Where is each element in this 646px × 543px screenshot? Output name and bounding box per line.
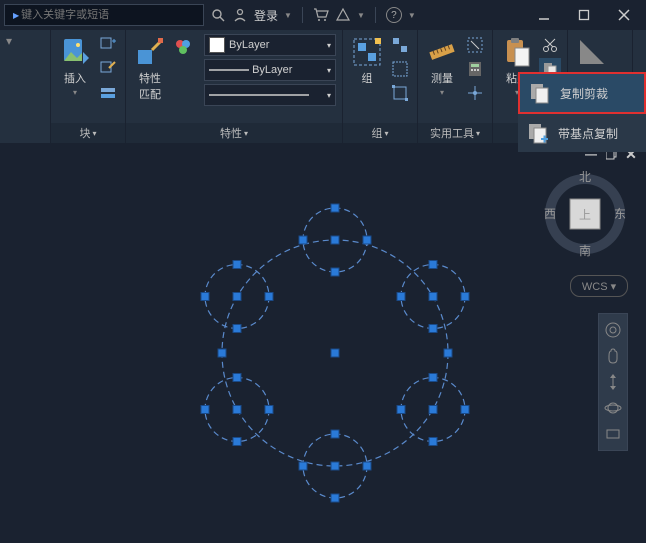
panel-group-label: 组	[371, 125, 382, 141]
nav-wheel-icon[interactable]	[603, 320, 623, 340]
svg-text:西: 西	[544, 207, 556, 221]
edit-block-button[interactable]	[97, 58, 119, 80]
drawing-canvas[interactable]: — ✕	[0, 143, 646, 523]
copy-dropdown: 复制剪裁 带基点复制	[518, 72, 646, 152]
nav-pan-icon[interactable]	[603, 346, 623, 366]
copy-clip-item[interactable]: 复制剪裁	[518, 72, 646, 114]
view-cube[interactable]: 上 北 东 南 西	[542, 171, 628, 260]
group-edit-button[interactable]	[389, 58, 411, 80]
panel-utilities: 测量 ▾ 实用工具 ▾	[418, 30, 493, 143]
color-button[interactable]	[172, 36, 194, 58]
search-icon[interactable]	[210, 7, 226, 23]
combo2-value: ByLayer	[252, 64, 292, 76]
copy-base-label: 带基点复制	[558, 125, 618, 142]
attribute-button[interactable]	[97, 82, 119, 104]
point-style-button[interactable]	[464, 82, 486, 104]
copy-base-item[interactable]: 带基点复制	[518, 114, 642, 152]
help-icon[interactable]: ?	[386, 7, 402, 23]
svg-text:北: 北	[579, 171, 591, 184]
maximize-button[interactable]	[566, 0, 602, 30]
wcs-dropdown[interactable]: WCS ▾	[570, 275, 628, 297]
svg-text:上: 上	[579, 208, 591, 222]
copy-base-icon	[524, 119, 552, 147]
layer-color-combo[interactable]: ByLayer▾	[204, 34, 336, 56]
lineweight-combo[interactable]: ByLayer▾	[204, 59, 336, 81]
ungroup-button[interactable]	[389, 34, 411, 56]
nav-bar	[598, 313, 628, 451]
quick-calc-button[interactable]	[464, 58, 486, 80]
ribbon: ▾ . 插入 ▾ 块 ▾ 特性 匹配	[0, 30, 646, 144]
panel-properties: 特性 匹配 ByLayer▾ ByLayer▾ ▾ 特性 ▾	[126, 30, 343, 143]
panel-block-label: 块	[79, 125, 90, 141]
cart-icon[interactable]	[313, 7, 329, 23]
nav-orbit-icon[interactable]	[603, 398, 623, 418]
drawing-contents	[120, 163, 550, 543]
panel-group: 组 组 ▾	[343, 30, 418, 143]
login-text[interactable]: 登录	[254, 7, 278, 24]
cut-button[interactable]	[539, 34, 561, 56]
linetype-combo[interactable]: ▾	[204, 84, 336, 106]
nav-showmotion-icon[interactable]	[603, 424, 623, 444]
measure-button[interactable]: 测量 ▾	[424, 34, 460, 121]
minimize-button[interactable]	[526, 0, 562, 30]
copy-clip-label: 复制剪裁	[560, 85, 608, 102]
search-input[interactable]	[19, 8, 199, 22]
nav-zoom-icon[interactable]	[603, 372, 623, 392]
combo1-value: ByLayer	[229, 39, 269, 51]
svg-text:南: 南	[579, 243, 591, 257]
close-button[interactable]	[606, 0, 642, 30]
measure-label: 测量	[431, 70, 453, 86]
panel-props-label: 特性	[220, 125, 242, 141]
create-block-button[interactable]	[97, 34, 119, 56]
panel-util-label: 实用工具	[430, 125, 474, 141]
app-icon[interactable]	[335, 7, 351, 23]
match-props-button[interactable]: 特性 匹配	[132, 34, 168, 121]
search-box[interactable]: ▶	[4, 4, 204, 26]
panel-block: 插入 ▾ 块 ▾	[51, 30, 126, 143]
user-icon[interactable]	[232, 7, 248, 23]
wcs-label: WCS ▾	[582, 280, 616, 293]
select-all-button[interactable]	[464, 34, 486, 56]
title-bar: ▶ 登录 ▼ ▼ ? ▼	[0, 0, 646, 30]
svg-text:东: 东	[614, 207, 626, 221]
copy-clip-icon	[526, 79, 554, 107]
insert-button[interactable]: 插入 ▾	[57, 34, 93, 121]
group-bbox-button[interactable]	[389, 82, 411, 104]
insert-label: 插入	[64, 70, 86, 86]
group-button[interactable]: 组	[349, 34, 385, 121]
group-label: 组	[362, 70, 373, 86]
match-label: 特性 匹配	[139, 70, 161, 102]
